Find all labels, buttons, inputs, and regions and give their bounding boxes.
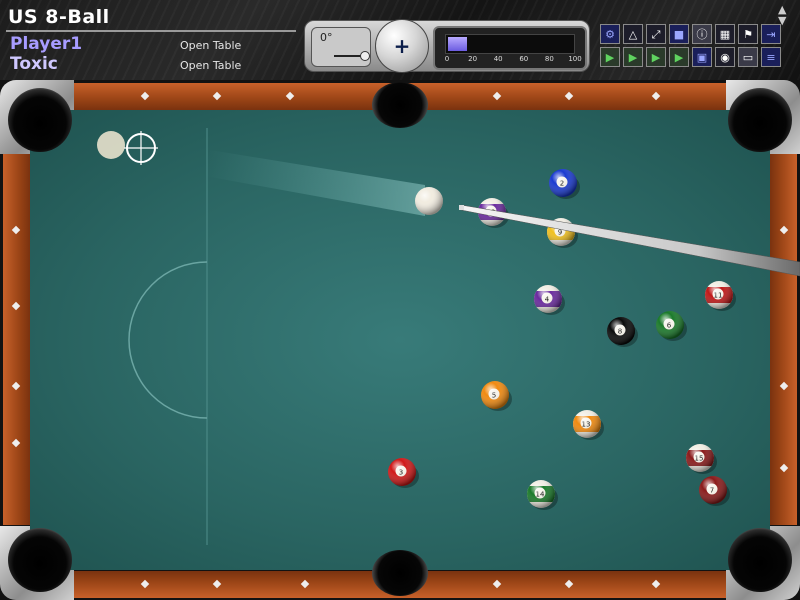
ball-2: 2	[549, 169, 580, 199]
play-fast-icon[interactable]: ▶	[646, 47, 666, 67]
ball-15: 15	[686, 444, 717, 474]
rack-triangle-icon[interactable]: △	[623, 24, 643, 44]
ghost-cue-ball	[97, 131, 125, 159]
replay-icon[interactable]: ▭	[738, 47, 758, 67]
replay-camera-icon[interactable]: ◉	[715, 47, 735, 67]
ball-13: 13	[573, 410, 604, 440]
toolbar: ⚙ △ ⤢ ■ ⓘ ▦ ⚑ ⇥ ▶ ▶ ▶ ▶ ▣ ◉ ▭ ≡	[600, 24, 800, 68]
grid-icon[interactable]: ▦	[715, 24, 735, 44]
play-icon[interactable]: ▶	[600, 47, 620, 67]
fullscreen-icon[interactable]: ⤢	[646, 24, 666, 44]
title-divider	[6, 30, 296, 32]
player-2-status: Open Table	[180, 59, 242, 72]
shot-control-panel: 0° + 0 20 40 60 80 100	[304, 19, 590, 73]
cue-stick-tip	[459, 205, 464, 210]
kitchen-semicircle	[128, 261, 208, 419]
player-1-status: Open Table	[180, 39, 242, 52]
balls-layer: 212911486513315714	[388, 169, 736, 510]
table-overlay: 212911486513315714	[97, 128, 800, 545]
power-tick-label: 100	[568, 55, 582, 63]
exit-icon[interactable]: ⇥	[761, 24, 781, 44]
flag-icon[interactable]: ⚑	[738, 24, 758, 44]
english-crosshair-icon: +	[393, 34, 411, 58]
info-icon[interactable]: ⓘ	[692, 24, 712, 44]
power-tick-label: 40	[493, 55, 503, 63]
power-tick-label: 20	[468, 55, 478, 63]
settings-icon[interactable]: ⚙	[600, 24, 620, 44]
ball-5: 5	[481, 381, 512, 411]
cue-ball-trail	[205, 150, 425, 216]
cue-ball-shade	[415, 187, 443, 215]
play-step-icon[interactable]: ▶	[623, 47, 643, 67]
ball-4: 4	[534, 285, 565, 315]
power-scale: 0 20 40 60 80 100	[443, 55, 582, 65]
ball-11: 11	[705, 281, 736, 311]
power-fill	[448, 37, 467, 51]
ball-14: 14	[527, 480, 558, 510]
power-meter: 0 20 40 60 80 100	[433, 26, 587, 70]
ball-6: 6	[656, 311, 687, 341]
power-tick-label: 80	[544, 55, 554, 63]
ball-3: 3	[388, 458, 419, 488]
cue-stick	[460, 204, 800, 277]
game-title: US 8-Ball	[8, 6, 110, 28]
save-icon[interactable]: ▣	[692, 47, 712, 67]
toolbar-scroll-arrows-icon[interactable]: ▲ ▼	[778, 4, 786, 26]
power-track[interactable]	[445, 34, 575, 54]
cue-angle-knob[interactable]	[360, 51, 370, 61]
power-tick-label: 0	[444, 55, 450, 63]
table-cube-icon[interactable]: ■	[669, 24, 689, 44]
power-tick-label: 60	[519, 55, 529, 63]
player-2-name: Toxic	[10, 54, 58, 74]
cue-angle-label: 0°	[320, 31, 333, 44]
menu-list-icon[interactable]: ≡	[761, 47, 781, 67]
player-1-name: Player1	[10, 34, 83, 54]
cue-angle-control[interactable]: 0°	[311, 27, 371, 67]
cue-english-selector[interactable]: +	[375, 19, 429, 73]
ball-7: 7	[699, 476, 730, 506]
play-end-icon[interactable]: ▶	[669, 47, 689, 67]
ball-8: 8	[607, 317, 638, 347]
